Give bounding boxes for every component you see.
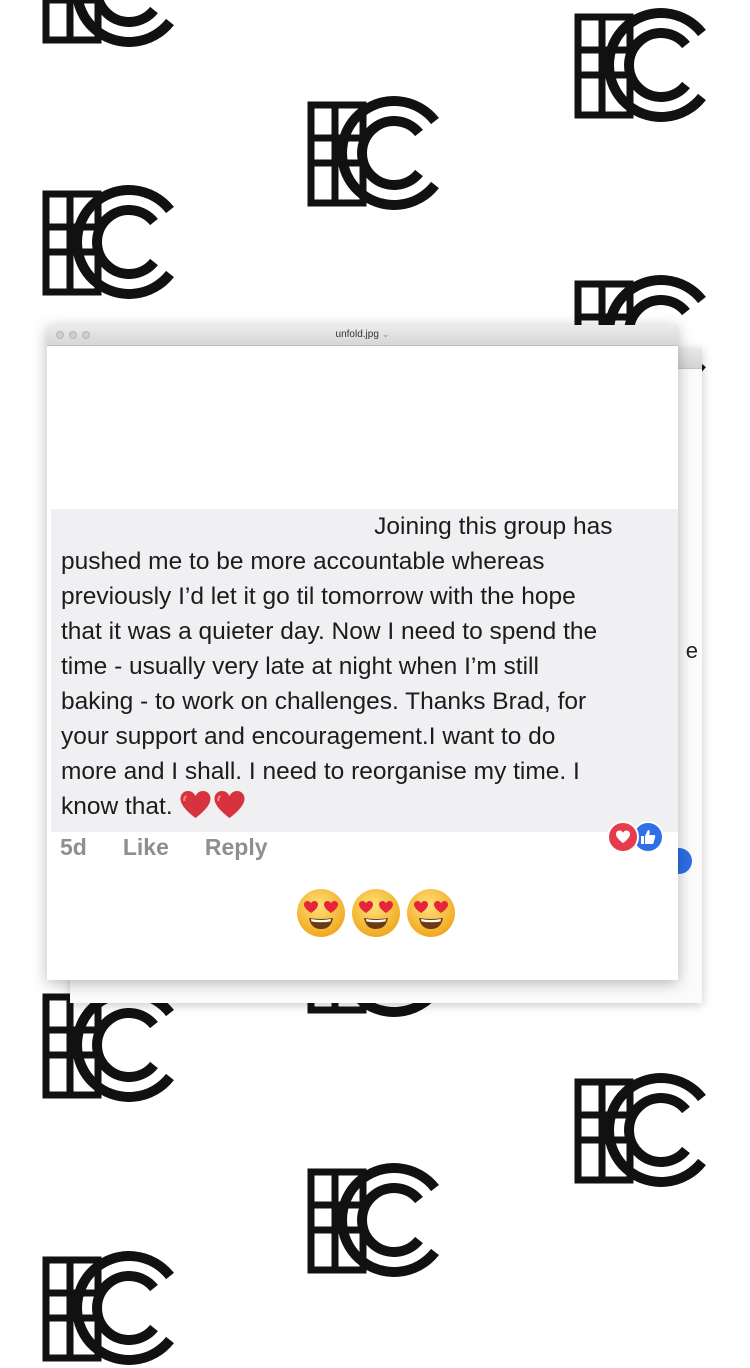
fc-logo — [40, 182, 175, 302]
heart-icon — [214, 791, 245, 818]
heart-eyes-emoji-icon — [407, 889, 455, 937]
window-titlebar[interactable]: unfold.jpg ⌄ — [47, 325, 678, 346]
heart-emojis — [179, 790, 247, 830]
comment-text: Joining this group has pushed me to be m… — [61, 509, 673, 830]
image-preview-window: unfold.jpg ⌄ Joining this group has pushe… — [47, 325, 678, 980]
comment-bubble: Joining this group has pushed me to be m… — [51, 509, 678, 832]
fc-logo — [40, 0, 175, 50]
fc-logo — [572, 1070, 707, 1190]
window-title-text: unfold.jpg — [335, 329, 379, 340]
window-title[interactable]: unfold.jpg ⌄ — [47, 329, 678, 340]
fc-logo — [305, 1160, 440, 1280]
fc-logo — [40, 985, 175, 1105]
heart-eyes-emoji-icon — [297, 889, 345, 937]
reaction-summary[interactable] — [607, 821, 664, 853]
like-button[interactable]: Like — [123, 834, 169, 861]
reply-emojis — [296, 888, 456, 938]
comment-timestamp[interactable]: 5d — [60, 834, 87, 861]
fc-logo — [40, 1248, 175, 1368]
love-reaction-icon — [607, 821, 639, 853]
comment-body: Joining this group has pushed me to be m… — [61, 513, 613, 820]
reply-button[interactable]: Reply — [205, 834, 268, 861]
heart-eyes-emoji-icon — [352, 889, 400, 937]
fc-logo — [305, 93, 440, 213]
image-content: Joining this group has pushed me to be m… — [47, 346, 678, 980]
heart-icon — [180, 791, 211, 818]
fc-logo — [572, 5, 707, 125]
background-window-text: e — [685, 638, 698, 663]
background-window-titlebar — [678, 348, 702, 369]
comment-actions: 5d Like Reply — [60, 834, 268, 861]
chevron-down-icon[interactable]: ⌄ — [382, 329, 390, 339]
